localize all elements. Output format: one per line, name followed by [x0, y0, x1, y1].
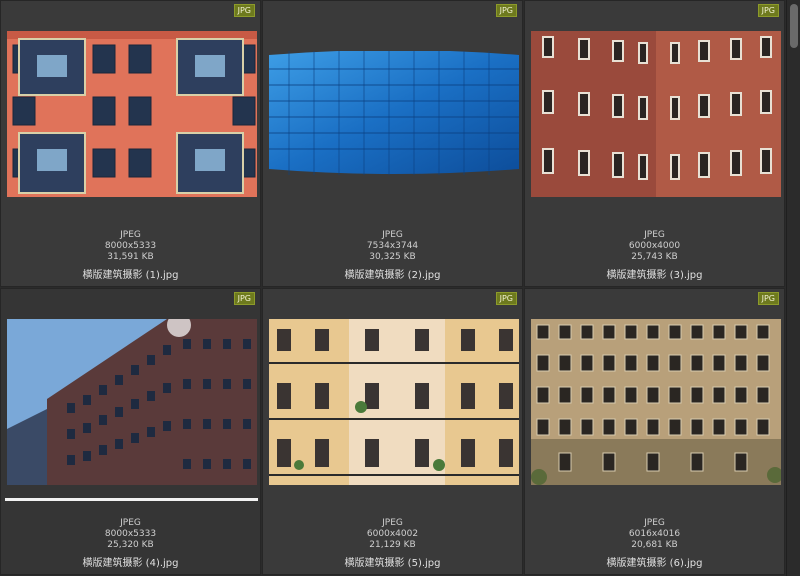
- image-dimensions: 8000x5333: [104, 529, 157, 539]
- thumbnail-card-5[interactable]: JPG JPEG 6000x4002 21,129 KB 横版建筑摄影 (5).…: [262, 288, 523, 575]
- file-size: 31,591 KB: [107, 252, 154, 262]
- file-type-badge: JPG: [233, 4, 255, 17]
- image-browser: JPG JPEG 8000x5333 31,591 KB 横版建筑摄影 (1).…: [0, 0, 800, 576]
- building-photo-red-facade-icon[interactable]: [7, 31, 257, 197]
- file-size: 20,681 KB: [631, 540, 678, 550]
- file-size: 25,320 KB: [107, 540, 154, 550]
- image-format: JPEG: [382, 518, 403, 528]
- thumbnail-card-1[interactable]: JPG JPEG 8000x5333 31,591 KB 横版建筑摄影 (1).…: [0, 0, 261, 287]
- image-format: JPEG: [644, 230, 665, 240]
- file-name: 横版建筑摄影 (6).jpg: [606, 558, 703, 569]
- file-size: 30,325 KB: [369, 252, 416, 262]
- building-photo-balconies-icon[interactable]: [269, 319, 519, 485]
- selection-indicator: [5, 498, 258, 501]
- image-format: JPEG: [120, 230, 141, 240]
- building-photo-old-facade-icon[interactable]: [531, 319, 781, 485]
- file-type-badge: JPG: [757, 4, 779, 17]
- file-name: 横版建筑摄影 (4).jpg: [82, 558, 179, 569]
- file-size: 25,743 KB: [631, 252, 678, 262]
- file-name: 横版建筑摄影 (5).jpg: [344, 558, 441, 569]
- thumbnail-card-3[interactable]: JPG JPEG 6000x4000 25,743 KB 横版建筑摄影 (3).…: [524, 0, 785, 287]
- image-dimensions: 6000x4002: [366, 529, 419, 539]
- file-type-badge: JPG: [233, 292, 255, 305]
- vertical-scrollbar[interactable]: [786, 0, 800, 576]
- file-type-badge: JPG: [495, 4, 517, 17]
- file-name: 横版建筑摄影 (1).jpg: [82, 270, 179, 281]
- building-photo-glass-facade-icon[interactable]: [269, 51, 519, 175]
- image-dimensions: 7534x3744: [366, 241, 419, 251]
- file-type-badge: JPG: [495, 292, 517, 305]
- image-format: JPEG: [644, 518, 665, 528]
- file-name: 横版建筑摄影 (2).jpg: [344, 270, 441, 281]
- image-dimensions: 8000x5333: [104, 241, 157, 251]
- building-photo-brick-corner-icon[interactable]: [531, 31, 781, 197]
- file-type-badge: JPG: [757, 292, 779, 305]
- thumbnail-grid: JPG JPEG 8000x5333 31,591 KB 横版建筑摄影 (1).…: [0, 0, 786, 576]
- building-photo-modern-block-icon[interactable]: [7, 319, 257, 485]
- image-format: JPEG: [120, 518, 141, 528]
- image-dimensions: 6016x4016: [628, 529, 681, 539]
- file-name: 横版建筑摄影 (3).jpg: [606, 270, 703, 281]
- image-format: JPEG: [382, 230, 403, 240]
- thumbnail-card-6[interactable]: JPG JPEG 6016x4016 20,681 KB 横版建筑摄影 (6).…: [524, 288, 785, 575]
- thumbnail-card-4[interactable]: JPG JPEG 8000x5333 25,320 KB 横版建筑摄影 (4).…: [0, 288, 261, 575]
- thumbnail-card-2[interactable]: JPG JPEG 7534x3744 30,325 KB 横版建筑摄影 (2).…: [262, 0, 523, 287]
- scrollbar-thumb[interactable]: [790, 4, 798, 48]
- image-dimensions: 6000x4000: [628, 241, 681, 251]
- file-size: 21,129 KB: [369, 540, 416, 550]
